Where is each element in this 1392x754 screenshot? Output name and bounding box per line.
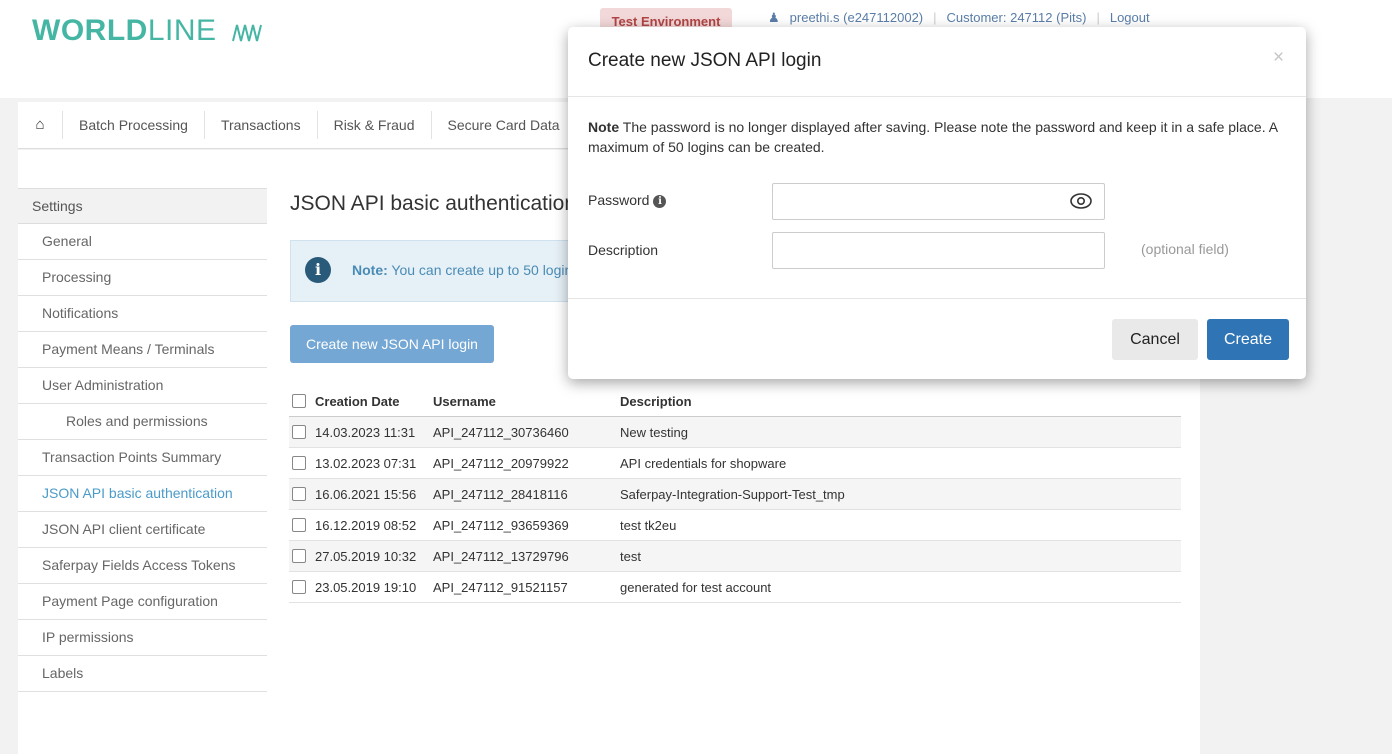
row-checkbox[interactable] [292, 549, 306, 563]
cell-username: API_247112_13729796 [433, 548, 569, 564]
cell-description: Saferpay-Integration-Support-Test_tmp [620, 486, 845, 502]
nav-risk-fraud[interactable]: Risk & Fraud [318, 111, 432, 139]
table-row[interactable]: 13.02.2023 07:31 API_247112_20979922 API… [289, 448, 1181, 479]
cell-description: API credentials for shopware [620, 455, 787, 471]
cell-date: 13.02.2023 07:31 [315, 455, 417, 471]
page-title: JSON API basic authentication [290, 192, 576, 215]
cell-description: generated for test account [620, 579, 772, 595]
sidebar-item-user-administration[interactable]: User Administration [18, 368, 267, 404]
logo-wave-icon [232, 24, 263, 42]
info-icon[interactable]: i [653, 194, 667, 208]
cell-date: 27.05.2019 10:32 [315, 548, 417, 564]
row-checkbox[interactable] [292, 518, 306, 532]
cell-username: API_247112_93659369 [433, 517, 569, 533]
cell-username: API_247112_20979922 [433, 455, 569, 471]
sidebar-item-labels[interactable]: Labels [18, 656, 267, 692]
sidebar-item-notifications[interactable]: Notifications [18, 296, 267, 332]
info-icon: i [305, 257, 331, 283]
create-button[interactable]: Create [1207, 319, 1289, 360]
settings-sidebar: Settings General Processing Notification… [18, 188, 267, 692]
sidebar-item-ip-permissions[interactable]: IP permissions [18, 620, 267, 656]
cancel-button[interactable]: Cancel [1112, 319, 1198, 360]
cell-date: 23.05.2019 19:10 [315, 579, 417, 595]
nav-secure-card-data[interactable]: Secure Card Data [432, 111, 577, 139]
sidebar-item-roles-permissions[interactable]: Roles and permissions [18, 404, 267, 440]
user-link[interactable]: preethi.s (e247112002) [790, 10, 923, 25]
user-info-bar: ♟ preethi.s (e247112002) | Customer: 247112… [768, 10, 1150, 25]
table-row[interactable]: 16.06.2021 15:56 API_247112_28418116 Saf… [289, 479, 1181, 510]
row-checkbox[interactable] [292, 487, 306, 501]
cell-username: API_247112_30736460 [433, 424, 569, 440]
sidebar-item-transaction-points[interactable]: Transaction Points Summary [18, 440, 267, 476]
sidebar-item-general[interactable]: General [18, 224, 267, 260]
user-icon: ♟ [768, 10, 780, 25]
modal-header-divider [568, 96, 1306, 97]
sidebar-item-payment-page-config[interactable]: Payment Page configuration [18, 584, 267, 620]
modal-note-text: The password is no longer displayed afte… [588, 119, 1278, 155]
cell-description: test [620, 548, 641, 564]
cell-date: 16.12.2019 08:52 [315, 517, 417, 533]
modal-footer-divider [568, 298, 1306, 299]
row-checkbox[interactable] [292, 456, 306, 470]
logins-table: Creation Date Username Description 14.03… [289, 386, 1181, 603]
sidebar-item-processing[interactable]: Processing [18, 260, 267, 296]
create-json-api-login-button[interactable]: Create new JSON API login [290, 325, 494, 363]
cell-username: API_247112_91521157 [433, 579, 568, 595]
optional-field-hint: (optional field) [1141, 241, 1229, 257]
modal-title: Create new JSON API login [588, 50, 822, 71]
column-username[interactable]: Username [433, 394, 620, 409]
close-icon[interactable]: × [1273, 47, 1284, 69]
table-row[interactable]: 14.03.2023 11:31 API_247112_30736460 New… [289, 417, 1181, 448]
nav-batch-processing[interactable]: Batch Processing [63, 111, 205, 139]
row-checkbox[interactable] [292, 425, 306, 439]
worldline-logo[interactable]: WORLDLINE [32, 14, 265, 48]
nav-transactions[interactable]: Transactions [205, 111, 318, 139]
sidebar-item-json-api-client-cert[interactable]: JSON API client certificate [18, 512, 267, 548]
row-checkbox[interactable] [292, 580, 306, 594]
table-row[interactable]: 23.05.2019 19:10 API_247112_91521157 gen… [289, 572, 1181, 603]
table-header-row: Creation Date Username Description [289, 386, 1181, 417]
modal-note: Note The password is no longer displayed… [588, 117, 1278, 157]
sidebar-item-payment-means[interactable]: Payment Means / Terminals [18, 332, 267, 368]
cell-date: 14.03.2023 11:31 [315, 424, 416, 440]
select-all-checkbox[interactable] [292, 394, 306, 408]
description-label: Description [588, 242, 659, 258]
cell-date: 16.06.2021 15:56 [315, 486, 417, 502]
info-alert-text: Note: You can create up to 50 logins [352, 262, 579, 278]
cell-description: test tk2eu [620, 517, 677, 533]
table-row[interactable]: 27.05.2019 10:32 API_247112_13729796 tes… [289, 541, 1181, 572]
password-field[interactable] [772, 183, 1105, 220]
table-row[interactable]: 16.12.2019 08:52 API_247112_93659369 tes… [289, 510, 1181, 541]
password-label-text: Password [588, 192, 650, 208]
customer-link[interactable]: Customer: 247112 (Pits) [947, 10, 1087, 25]
column-creation-date[interactable]: Creation Date [315, 394, 433, 409]
home-icon[interactable]: ⌂ [18, 111, 63, 139]
description-field[interactable] [772, 232, 1105, 269]
info-alert-label: Note: [352, 262, 388, 278]
cell-username: API_247112_28418116 [433, 486, 568, 502]
sidebar-item-saferpay-fields-tokens[interactable]: Saferpay Fields Access Tokens [18, 548, 267, 584]
sidebar-heading: Settings [18, 188, 267, 224]
logo-text-light: LINE [147, 14, 217, 47]
modal-note-label: Note [588, 119, 620, 135]
logo-text-bold: WORLD [32, 14, 148, 47]
logout-link[interactable]: Logout [1110, 10, 1150, 25]
eye-icon[interactable] [1069, 191, 1093, 211]
password-label: Password i [588, 192, 667, 208]
info-alert-message: You can create up to 50 logins [391, 262, 580, 278]
cell-description: New testing [620, 424, 688, 440]
column-description[interactable]: Description [620, 394, 1181, 409]
sidebar-item-json-api-basic-auth[interactable]: JSON API basic authentication [18, 476, 267, 512]
